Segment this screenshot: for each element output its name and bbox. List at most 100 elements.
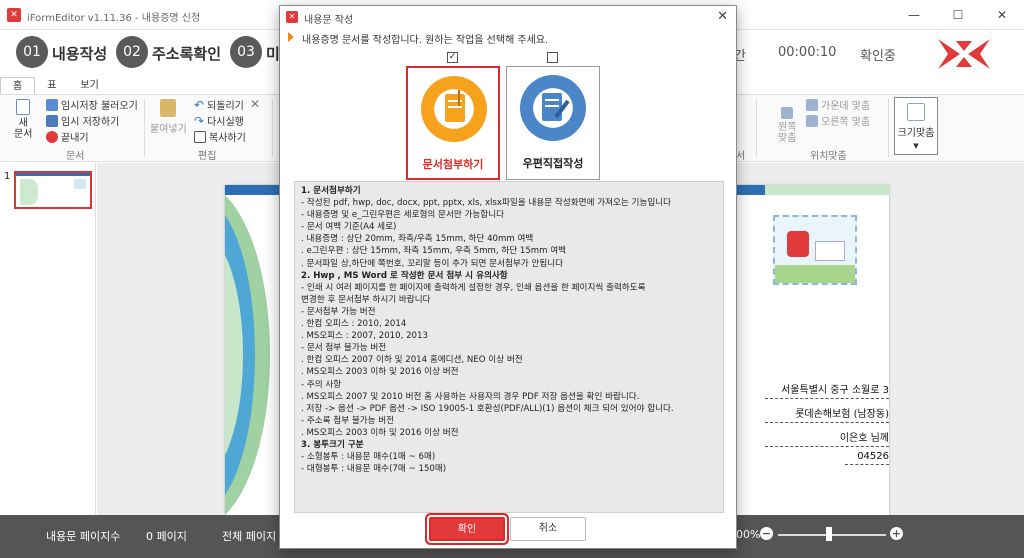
window-controls: — ☐ ✕ [892,0,1024,30]
ok-button[interactable]: 확인 [429,517,505,541]
tab-home[interactable]: 홈 [0,77,36,95]
dialog-titlebar: ✕ 내용문 작성 ✕ [280,6,736,28]
tab-table[interactable]: 표 [35,77,68,95]
page-count-value: 0 페이지 [146,530,187,543]
exit-button[interactable]: 끝내기 [46,129,89,144]
temp-save-label: 임시 저장하기 [61,117,120,128]
zoom-slider[interactable] [778,534,886,536]
step-3-label[interactable]: 미 [266,43,280,64]
thumbnail-page-number: 1 [4,171,11,182]
step-2-number: 02 [116,36,148,68]
redo-icon: ↷ [194,113,205,128]
info-line: - 대형봉투 : 내용문 매수(7매 ~ 150매) [301,464,447,475]
fit-size-label: 크기맞춤 [897,127,935,139]
step-1-number: 01 [16,36,48,68]
dialog-close-icon[interactable]: ✕ [717,9,728,24]
chevron-down-icon: ▼ [913,141,919,150]
direct-option-checkbox[interactable] [547,52,558,63]
group-label-document: 문서 [66,151,85,162]
align-origin-icon [781,107,794,119]
dialog-logo-icon: ✕ [286,11,298,23]
minimize-button[interactable]: — [892,0,936,30]
page-decoration [765,185,889,195]
attach-option-checkbox[interactable]: ✓ [447,52,458,63]
info-line: . 한컴 오피스 2007 이하 및 2014 홈에디션, NEO 이상 버전 [301,355,523,366]
ribbon-divider [144,99,145,157]
load-icon [46,98,58,111]
dialog-title: 내용문 작성 [304,15,354,26]
info-line: . 저장 -> 옵션 -> PDF 옵션 -> ISO 19005-1 호환성(… [301,403,674,414]
group-label-partial: 서 [736,151,746,162]
brand-logo-icon [938,39,990,69]
fit-size-icon [907,102,925,121]
address-line-2: 롯데손해보험 (남장동) [765,405,889,423]
info-line: . MS오피스 2003 이하 및 2016 이상 버전 [301,367,459,378]
align-center-label: 가운데 맞춤 [821,101,871,112]
info-line: . 문서파일 상,하단에 쪽번호, 꼬리말 등이 추가 되면 문서첨부가 안됩니… [301,258,564,269]
copy-icon [194,130,206,143]
info-line: - 주소록 첨부 불가능 버전 [301,415,395,426]
zoom-in-button[interactable]: + [890,527,903,540]
postage-stamp-image [773,215,857,285]
info-line: 변경한 후 문서첨부 하시기 바랍니다 [301,294,431,305]
ribbon-divider [272,99,273,157]
align-right-label: 오른쪽 맞춤 [821,117,871,128]
copy-label: 복사하기 [209,133,246,144]
temp-save-button[interactable]: 임시 저장하기 [46,113,119,128]
info-line: . MS오피스 : 2007, 2010, 2013 [301,331,428,342]
page-thumbnail[interactable] [14,171,92,209]
temp-load-button[interactable]: 임시저장 불러오기 [46,97,138,112]
info-line: . e그린우편 : 상단 15mm, 좌측 15mm, 우측 5mm, 하단 1… [301,246,567,257]
info-line: . 한컴 오피스 : 2010, 2014 [301,319,407,330]
undo-icon: ↶ [194,97,205,112]
compose-dialog: ✕ 내용문 작성 ✕ 내용증명 문서를 작성합니다. 원하는 작업을 선택해 주… [279,5,737,549]
info-line: 1. 문서첨부하기 [301,186,361,196]
zip-code: 04526 [845,451,889,465]
info-line: - 인쇄 시 여러 페이지를 한 페이지에 출력하게 설정한 경우, 인쇄 옵션… [301,282,646,293]
cancel-button[interactable]: 취소 [510,517,586,541]
zoom-out-button[interactable]: − [760,527,773,540]
menu-tabs: 홈 표 보기 [0,77,111,95]
redo-button[interactable]: ↷ 다시실행 [194,113,244,129]
new-document-button[interactable]: 새 문서 [14,99,32,140]
step-1-label[interactable]: 내용작성 [52,43,107,64]
info-line: . 내용증명 : 상단 20mm, 좌측/우측 15mm, 하단 40mm 여백 [301,234,534,245]
recipient-name: 이은호 님께 [765,429,889,447]
status-text: 확인중 [860,49,896,64]
step-2-label[interactable]: 주소록확인 [152,43,221,64]
arrow-right-icon [288,32,294,42]
copy-button[interactable]: 복사하기 [194,129,246,144]
redo-label: 다시실행 [207,117,244,128]
cut-button[interactable]: ✕ [250,97,260,111]
paste-button[interactable]: 붙여넣기 [150,99,187,135]
direct-compose-option[interactable]: 우편직접작성 [506,66,600,180]
document-pen-icon [520,75,586,141]
maximize-button[interactable]: ☐ [936,0,980,30]
align-right-icon [806,114,818,127]
save-icon [46,114,58,127]
attach-document-option[interactable]: 문서첨부하기 [406,66,500,180]
ribbon-divider [888,99,889,157]
align-center-icon [806,98,818,111]
new-document-icon [16,99,31,115]
info-line: 3. 봉투크기 구분 [301,439,364,450]
info-line: - 문서 첨부 불가능 버전 [301,343,387,354]
address-line-1: 서울특별시 중구 소월로 3 [765,381,889,399]
undo-button[interactable]: ↶ 되돌리기 [194,97,244,113]
align-right-button[interactable]: 오른쪽 맞춤 [806,113,870,128]
fit-size-button[interactable]: 크기맞춤 ▼ [894,97,938,155]
step-3-number: 03 [230,36,262,68]
align-center-button[interactable]: 가운데 맞춤 [806,97,870,112]
elapsed-timer: 00:00:10 [778,45,837,60]
info-line: 2. Hwp , MS Word 로 작성한 문서 첨부 시 유의사항 [301,270,508,281]
exit-icon [46,130,58,143]
align-origin-button[interactable]: 원쪽 맞춤 [778,107,796,144]
close-window-button[interactable]: ✕ [980,0,1024,30]
zoom-slider-handle[interactable] [826,527,832,541]
align-origin-label: 원쪽 맞춤 [778,122,797,144]
paste-label: 붙여넣기 [150,124,187,135]
tab-view[interactable]: 보기 [68,77,110,95]
paste-icon [160,99,177,117]
info-panel: 1. 문서첨부하기 - 작성된 pdf, hwp, doc, docx, ppt,… [294,181,724,513]
new-document-label: 새 문서 [14,118,33,140]
